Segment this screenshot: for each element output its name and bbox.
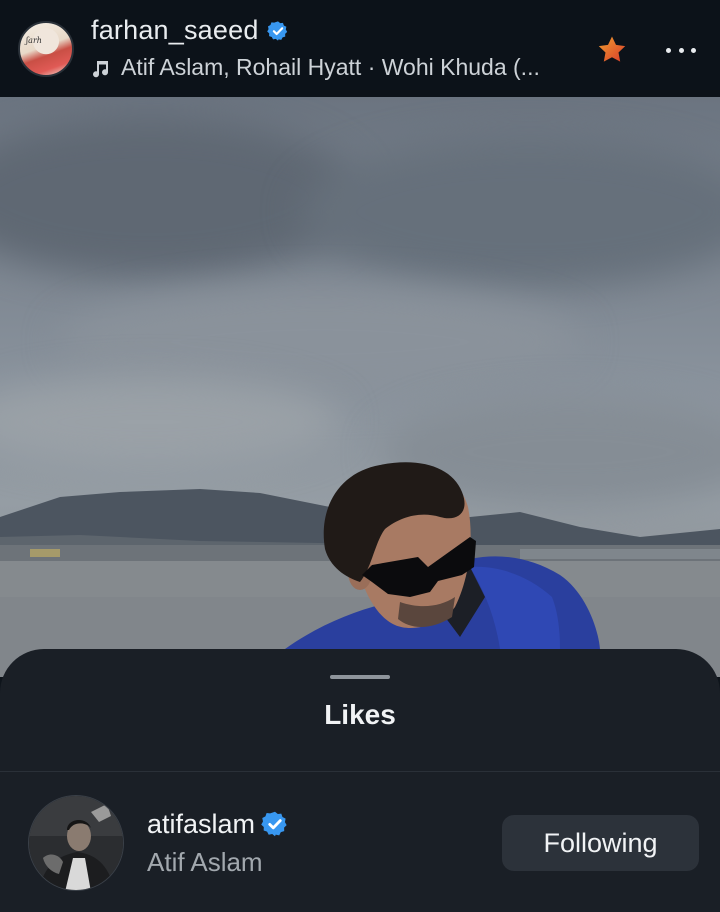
verified-badge-icon xyxy=(261,811,287,837)
divider xyxy=(0,771,720,772)
sheet-grabber[interactable] xyxy=(330,675,390,679)
more-dots-icon[interactable] xyxy=(666,44,696,56)
music-info[interactable]: Atif Aslam, Rohail Hyatt · Wohi Khuda (.… xyxy=(91,53,540,83)
likes-sheet: Likes atifaslam Atif Aslam Following xyxy=(0,649,720,912)
post-photo[interactable] xyxy=(0,97,720,677)
author-username[interactable]: farhan_saeed xyxy=(91,15,259,46)
author-avatar[interactable]: ʃarh xyxy=(18,20,74,77)
sheet-title: Likes xyxy=(324,699,396,730)
post-header: ʃarh farhan_saeed Atif Aslam, Rohail Hya… xyxy=(0,0,720,97)
verified-badge-icon xyxy=(266,20,287,41)
star-icon[interactable] xyxy=(596,34,628,66)
following-button[interactable]: Following xyxy=(502,815,699,871)
liker-avatar[interactable] xyxy=(28,795,124,891)
author-info: farhan_saeed Atif Aslam, Rohail Hyatt · … xyxy=(91,15,540,83)
music-note-icon xyxy=(93,60,109,77)
liker-username[interactable]: atifaslam xyxy=(147,809,255,840)
like-list-item[interactable]: atifaslam Atif Aslam Following xyxy=(0,795,720,891)
music-track-label: Atif Aslam, Rohail Hyatt · Wohi Khuda (.… xyxy=(121,54,540,80)
liker-full-name: Atif Aslam xyxy=(147,847,263,877)
